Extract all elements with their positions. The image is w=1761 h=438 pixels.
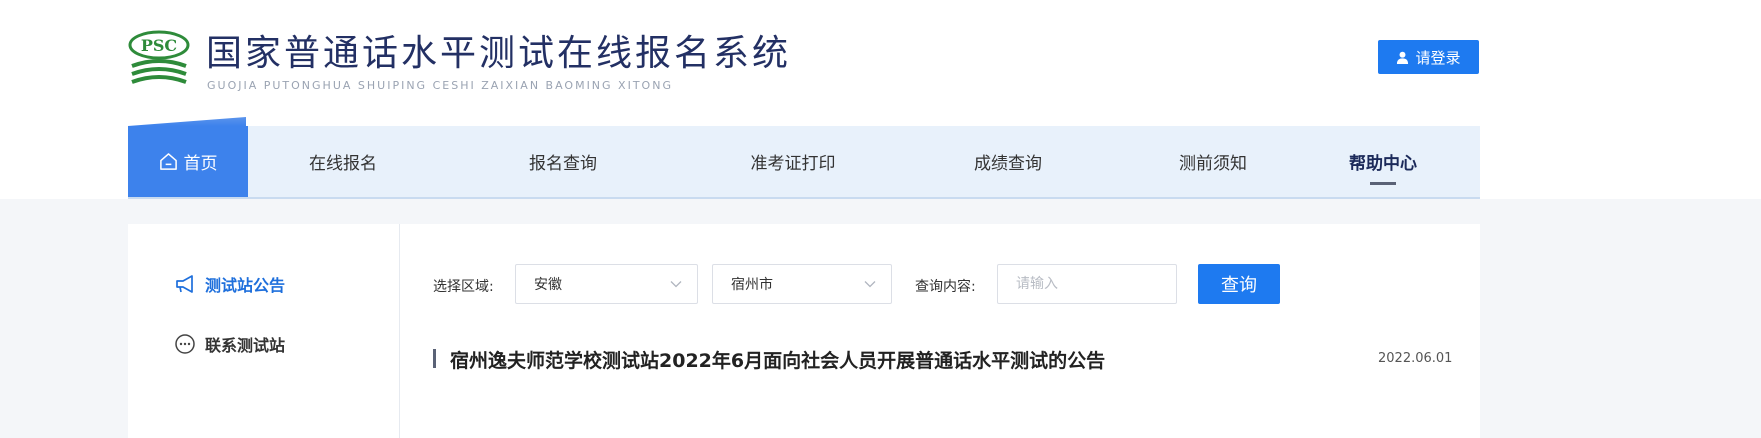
- nav-item-help-center[interactable]: 帮助中心: [1313, 126, 1453, 197]
- nav-item-registration-query[interactable]: 报名查询: [468, 126, 658, 197]
- query-label: 查询内容:: [915, 279, 976, 295]
- nav-item-home[interactable]: 首页: [128, 126, 248, 197]
- nav-label: 准考证打印: [750, 154, 836, 174]
- nav-label: 帮助中心: [1349, 154, 1417, 174]
- notice-title-link[interactable]: 宿州逸夫师范学校测试站2022年6月面向社会人员开展普通话水平测试的公告: [450, 346, 1105, 373]
- site-subtitle: GUOJIA PUTONGHUA SHUIPING CESHI ZAIXIAN …: [207, 79, 673, 92]
- nav-label: 在线报名: [309, 154, 377, 174]
- province-select[interactable]: 安徽: [515, 264, 698, 304]
- sidebar-divider: [399, 224, 400, 438]
- chevron-down-icon: [670, 281, 682, 288]
- sidebar-item-contact-station[interactable]: 联系测试站: [174, 332, 285, 356]
- notice-date: 2022.06.01: [1378, 351, 1453, 366]
- sidebar-item-label: 测试站公告: [205, 276, 286, 295]
- nav-item-score-query[interactable]: 成绩查询: [903, 126, 1113, 197]
- home-icon: [159, 153, 177, 170]
- chat-bubble-icon: [175, 334, 195, 354]
- psc-logo: PSC: [128, 30, 190, 90]
- query-input[interactable]: [997, 264, 1177, 304]
- city-value: 宿州市: [731, 277, 773, 293]
- logo-text: PSC: [141, 36, 177, 55]
- province-value: 安徽: [534, 277, 562, 293]
- nav-item-admission-ticket[interactable]: 准考证打印: [683, 126, 903, 197]
- login-button[interactable]: 请登录: [1378, 40, 1479, 74]
- nav-item-online-registration[interactable]: 在线报名: [258, 126, 428, 197]
- search-button[interactable]: 查询: [1198, 264, 1280, 304]
- content-panel: 测试站公告 联系测试站 选择区域: 安徽 宿州市 查询内容: 查询 宿州逸夫师范…: [128, 224, 1480, 438]
- main-nav: 首页 在线报名 报名查询 准考证打印 成绩查询 测前须知 帮助中心: [128, 126, 1480, 199]
- login-label: 请登录: [1415, 48, 1461, 67]
- nav-label: 首页: [183, 154, 218, 174]
- nav-item-pretest-notice[interactable]: 测前须知: [1113, 126, 1313, 197]
- nav-label: 成绩查询: [974, 154, 1042, 174]
- nav-label: 测前须知: [1179, 154, 1247, 174]
- user-icon: [1397, 51, 1409, 64]
- site-title: 国家普通话水平测试在线报名系统: [206, 33, 792, 74]
- notice-bullet: [433, 349, 436, 368]
- region-label: 选择区域:: [433, 279, 494, 295]
- header: PSC 国家普通话水平测试在线报名系统 GUOJIA PUTONGHUA SHU…: [0, 0, 1761, 120]
- search-label: 查询: [1221, 275, 1257, 296]
- chevron-down-icon: [864, 281, 876, 288]
- megaphone-icon: [176, 275, 193, 293]
- sidebar-item-label: 联系测试站: [205, 336, 286, 355]
- city-select[interactable]: 宿州市: [712, 264, 892, 304]
- sidebar-item-station-notices[interactable]: 测试站公告: [174, 272, 285, 296]
- nav-label: 报名查询: [529, 154, 597, 174]
